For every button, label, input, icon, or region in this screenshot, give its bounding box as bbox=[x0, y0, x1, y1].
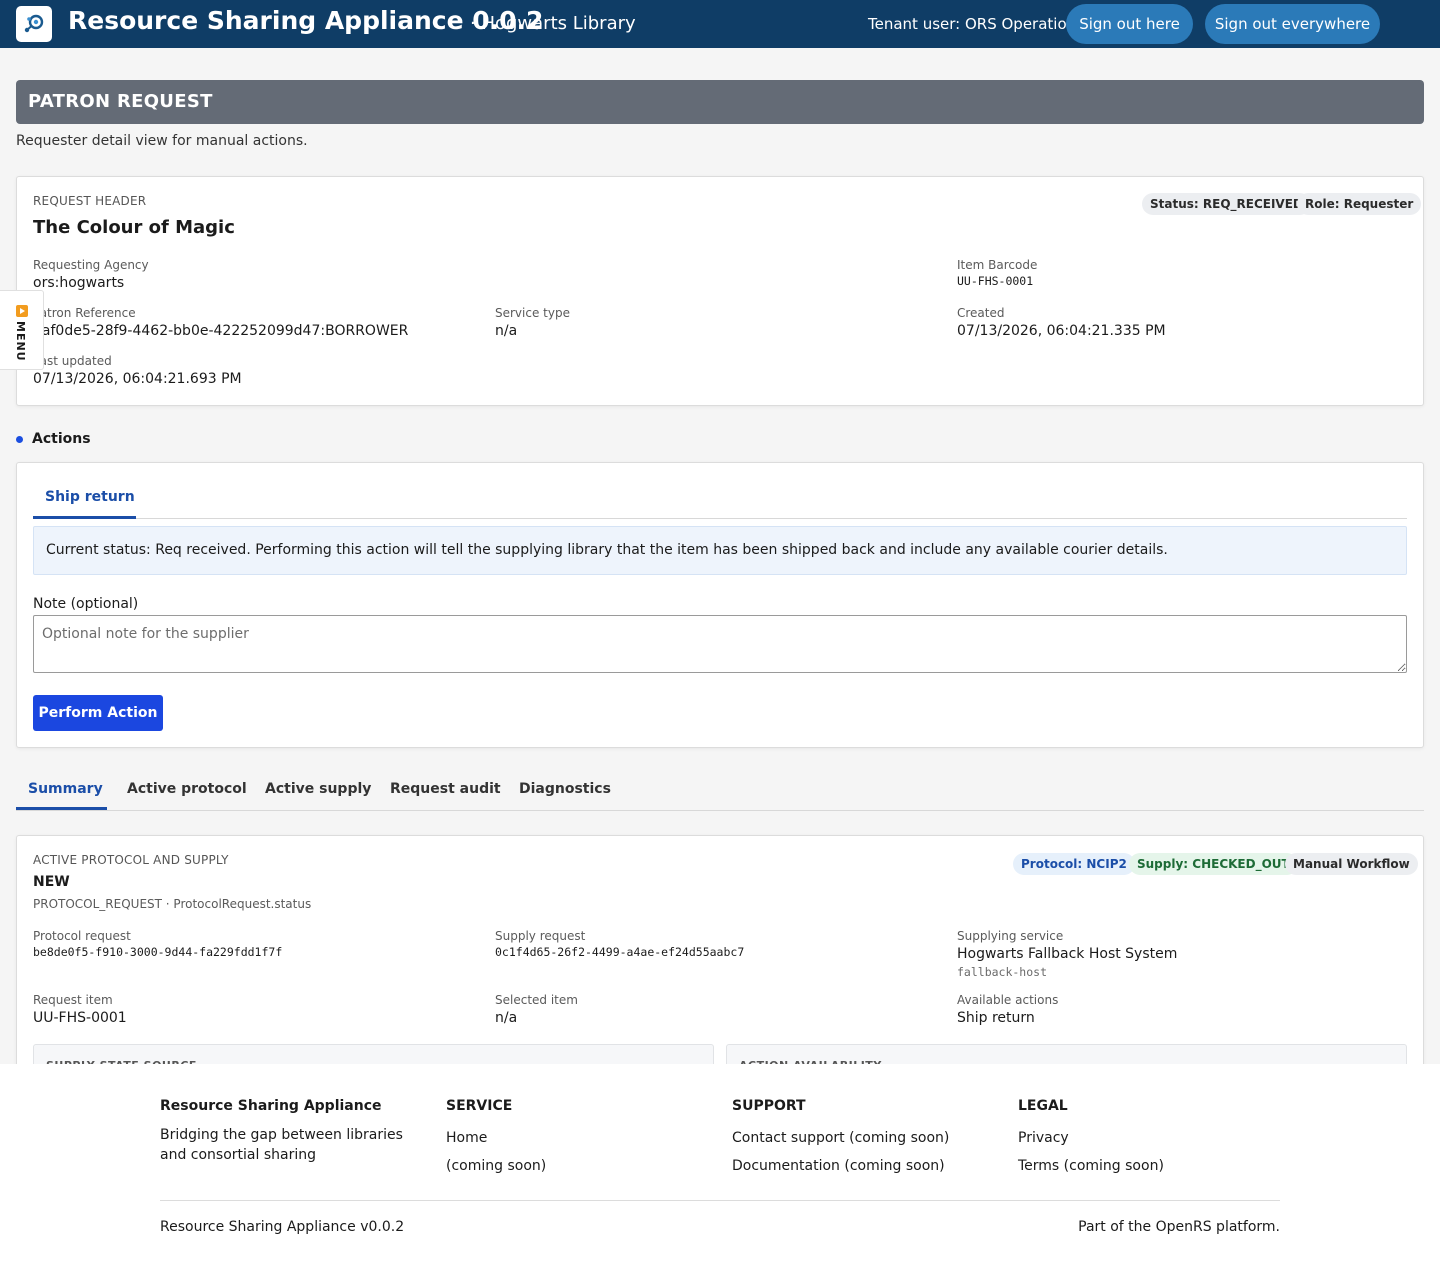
menu-label: MENU bbox=[14, 321, 27, 362]
footer-service-heading: SERVICE bbox=[446, 1098, 513, 1114]
footer-home-link[interactable]: Home bbox=[446, 1130, 487, 1146]
sign-out-here-button[interactable]: Sign out here bbox=[1066, 4, 1193, 44]
supply-request-label: Supply request bbox=[495, 929, 586, 943]
patron-reference-label: Patron Reference bbox=[33, 306, 136, 320]
status-badge: Status: REQ_RECEIVED bbox=[1142, 193, 1311, 215]
tab-diagnostics[interactable]: Diagnostics bbox=[519, 781, 611, 797]
actions-heading: Actions bbox=[16, 431, 91, 447]
service-type-label: Service type bbox=[495, 306, 570, 320]
tenant-library-name: · Hogwarts Library bbox=[470, 13, 636, 34]
footer-terms-link[interactable]: Terms (coming soon) bbox=[1018, 1158, 1164, 1174]
footer-legal-heading: LEGAL bbox=[1018, 1098, 1068, 1114]
footer: Resource Sharing Appliance Bridging the … bbox=[0, 1064, 1440, 1270]
footer-platform: Part of the OpenRS platform. bbox=[1078, 1219, 1280, 1235]
protocol-request-label: Protocol request bbox=[33, 929, 131, 943]
supplying-service-code: fallback-host bbox=[957, 965, 1048, 979]
footer-documentation-link[interactable]: Documentation (coming soon) bbox=[732, 1158, 945, 1174]
summary-card: ACTIVE PROTOCOL AND SUPPLY NEW PROTOCOL_… bbox=[16, 835, 1424, 1075]
supply-request-value: 0c1f4d65-26f2-4499-a4ae-ef24d55aabc7 bbox=[495, 945, 745, 959]
action-info-message: Current status: Req received. Performing… bbox=[33, 526, 1407, 575]
sign-out-everywhere-button[interactable]: Sign out everywhere bbox=[1205, 4, 1380, 44]
action-tabs bbox=[33, 479, 1407, 519]
actions-heading-text: Actions bbox=[32, 431, 91, 447]
footer-brand: Resource Sharing Appliance bbox=[160, 1098, 382, 1114]
request-item-label: Request item bbox=[33, 993, 113, 1007]
request-header-label: REQUEST HEADER bbox=[33, 194, 147, 208]
available-actions-value: Ship return bbox=[957, 1010, 1035, 1026]
footer-version: Resource Sharing Appliance v0.0.2 bbox=[160, 1219, 405, 1235]
active-tab-indicator bbox=[33, 516, 136, 519]
request-title: The Colour of Magic bbox=[33, 217, 235, 238]
page-description: Requester detail view for manual actions… bbox=[16, 133, 308, 149]
patron-reference-value: 3af0de5-28f9-4462-bb0e-422252099d47:BORR… bbox=[33, 323, 409, 339]
protocol-request-value: be8de0f5-f910-3000-9d44-fa229fdd1f7f bbox=[33, 945, 283, 959]
lower-tabs-divider bbox=[16, 810, 1424, 811]
role-badge: Role: Requester bbox=[1297, 193, 1422, 215]
item-barcode-value: UU-FHS-0001 bbox=[957, 274, 1034, 288]
app-logo-icon[interactable] bbox=[16, 6, 52, 42]
tab-request-audit[interactable]: Request audit bbox=[390, 781, 501, 797]
footer-tagline: Bridging the gap between libraries and c… bbox=[160, 1127, 403, 1163]
requesting-agency-value: ors:hogwarts bbox=[33, 275, 125, 291]
footer-service-coming-soon[interactable]: (coming soon) bbox=[446, 1158, 546, 1174]
supplying-service-label: Supplying service bbox=[957, 929, 1064, 943]
request-header-card: REQUEST HEADER The Colour of Magic Statu… bbox=[16, 176, 1424, 406]
active-protocol-label: ACTIVE PROTOCOL AND SUPPLY bbox=[33, 853, 229, 867]
last-updated-value: 07/13/2026, 06:04:21.693 PM bbox=[33, 371, 242, 387]
requesting-agency-label: Requesting Agency bbox=[33, 258, 149, 272]
item-barcode-label: Item Barcode bbox=[957, 258, 1038, 272]
tenant-user: Tenant user: ORS Operations bbox=[868, 15, 1084, 33]
page-title: PATRON REQUEST bbox=[16, 80, 1424, 124]
last-updated-label: Last updated bbox=[33, 354, 112, 368]
request-item-value: UU-FHS-0001 bbox=[33, 1010, 127, 1026]
selected-item-value: n/a bbox=[495, 1010, 518, 1026]
protocol-state: NEW bbox=[33, 874, 70, 890]
created-label: Created bbox=[957, 306, 1005, 320]
footer-privacy-link[interactable]: Privacy bbox=[1018, 1130, 1069, 1146]
service-type-value: n/a bbox=[495, 323, 518, 339]
footer-contact-support-link[interactable]: Contact support (coming soon) bbox=[732, 1130, 949, 1146]
summary-tab-indicator bbox=[16, 807, 107, 810]
footer-divider bbox=[160, 1200, 1280, 1201]
created-value: 07/13/2026, 06:04:21.335 PM bbox=[957, 323, 1166, 339]
selected-item-label: Selected item bbox=[495, 993, 578, 1007]
menu-play-icon bbox=[16, 305, 28, 317]
menu-toggle[interactable]: MENU bbox=[0, 290, 44, 370]
state-source: PROTOCOL_REQUEST · ProtocolRequest.statu… bbox=[33, 897, 312, 911]
top-bar: Resource Sharing Appliance 0.0.2 · Hogwa… bbox=[0, 0, 1440, 48]
note-textarea[interactable] bbox=[33, 615, 1407, 673]
available-actions-label: Available actions bbox=[957, 993, 1059, 1007]
tab-active-protocol[interactable]: Active protocol bbox=[127, 781, 247, 797]
workflow-badge: Manual Workflow bbox=[1285, 853, 1418, 875]
bullet-dot-icon bbox=[16, 435, 23, 443]
supplying-service-value: Hogwarts Fallback Host System bbox=[957, 946, 1178, 962]
tab-active-supply[interactable]: Active supply bbox=[265, 781, 371, 797]
note-label: Note (optional) bbox=[33, 596, 139, 612]
footer-support-heading: SUPPORT bbox=[732, 1098, 806, 1114]
supply-badge: Supply: CHECKED_OUT bbox=[1129, 853, 1298, 875]
protocol-badge: Protocol: NCIP2 bbox=[1013, 853, 1135, 875]
actions-card: Ship return Current status: Req received… bbox=[16, 462, 1424, 748]
perform-action-button[interactable]: Perform Action bbox=[33, 695, 163, 731]
tab-ship-return[interactable]: Ship return bbox=[45, 489, 135, 505]
tab-summary[interactable]: Summary bbox=[28, 781, 103, 797]
